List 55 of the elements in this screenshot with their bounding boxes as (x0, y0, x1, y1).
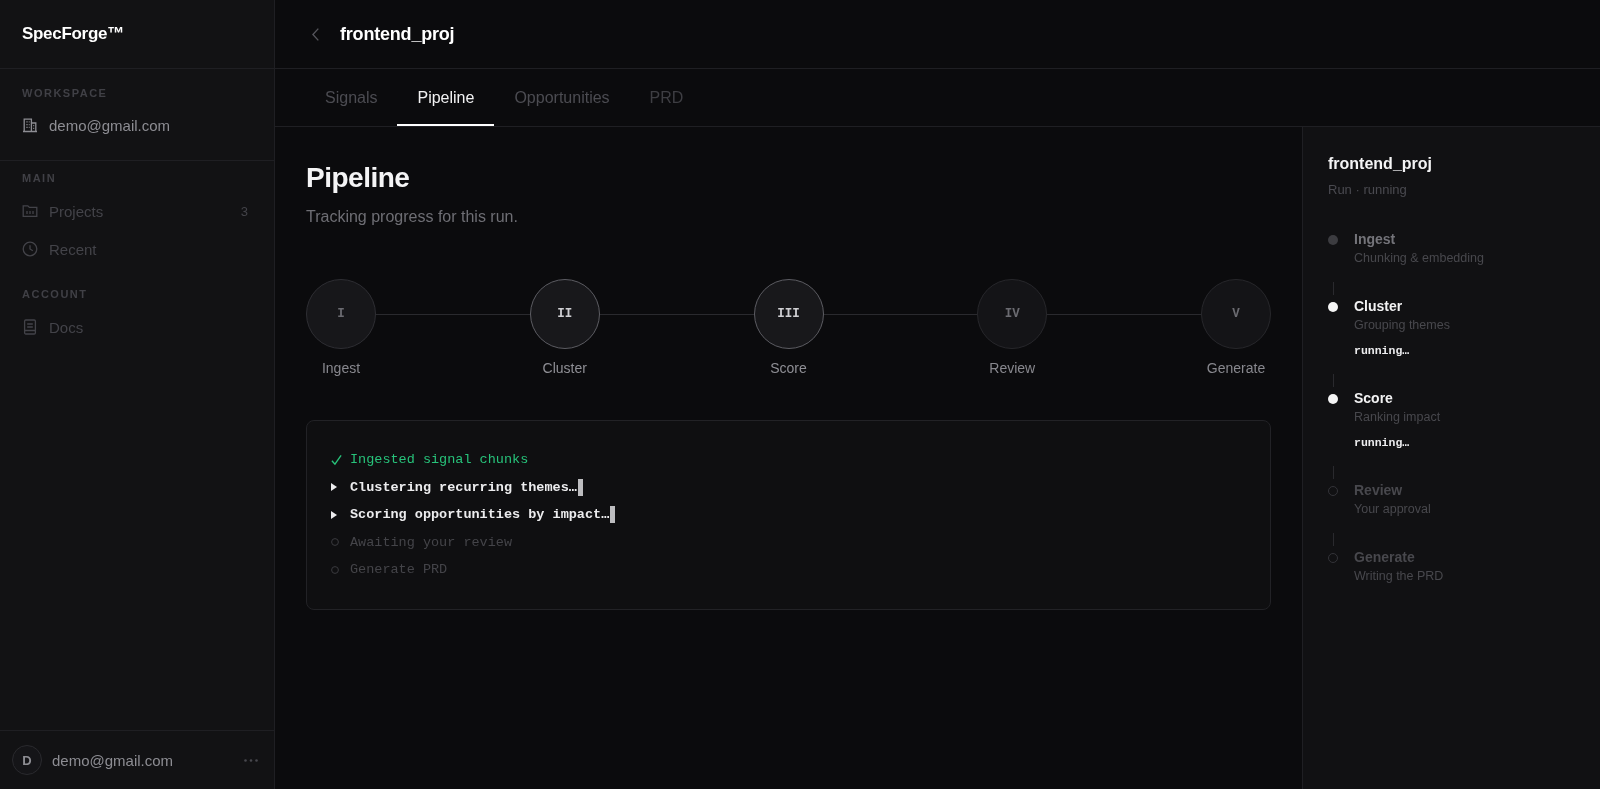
tab[interactable]: Pipeline (397, 69, 495, 126)
page-subtitle: Tracking progress for this run. (306, 207, 519, 227)
cursor-icon (577, 478, 583, 496)
step-description: Chunking & embedding (1354, 250, 1485, 267)
step-description: Writing the PRD (1354, 568, 1445, 585)
status-dot-icon (1328, 301, 1338, 312)
step-circle: I (306, 279, 376, 349)
step-title: Ingest (1354, 230, 1397, 249)
folder-icon (22, 203, 38, 219)
step-title: Review (1354, 481, 1404, 500)
step-circle: V (1201, 279, 1271, 349)
step-label: Ingest (321, 359, 361, 377)
step-note: running… (1354, 343, 1411, 359)
status-dot-icon (1328, 234, 1338, 245)
log-line: Generate PRD (350, 562, 448, 578)
building-icon (22, 117, 38, 133)
run-status: Run · running (1328, 181, 1408, 199)
run-title: frontend_proj (1328, 154, 1433, 174)
step-title: Score (1354, 389, 1394, 408)
step-note: running… (1354, 435, 1411, 451)
clock-icon (22, 241, 38, 257)
check-icon (331, 453, 342, 466)
log-line: Awaiting your review (350, 534, 513, 550)
step-label: Generate (1206, 359, 1266, 377)
log-line: Ingested signal chunks (350, 452, 529, 468)
step-circle: IV (977, 279, 1048, 349)
app-logo: SpecForge™ (22, 24, 124, 44)
step-label: Review (989, 359, 1036, 377)
cursor-icon (610, 506, 616, 524)
workspace-button[interactable]: demo@gmail.com (22, 113, 171, 137)
project-title: frontend_proj (340, 23, 455, 45)
status-dot-icon (1328, 393, 1338, 404)
circle-icon (331, 565, 339, 574)
log-line: Clustering recurring themes… (350, 479, 577, 495)
tab[interactable]: Opportunities (494, 69, 630, 126)
step-description: Your approval (1354, 501, 1432, 518)
triangle-icon (331, 483, 337, 492)
tab[interactable]: Signals (305, 69, 398, 126)
step-circle: III (753, 279, 824, 349)
step-label: Cluster (542, 359, 587, 377)
step-description: Ranking impact (1354, 409, 1442, 426)
user-email: demo@gmail.com (52, 751, 175, 769)
step-title: Generate (1354, 548, 1416, 567)
step-circle: II (529, 279, 600, 349)
step-description: Grouping themes (1354, 317, 1451, 334)
page-title: Pipeline (306, 161, 411, 195)
triangle-icon (331, 510, 337, 519)
log-line: Scoring opportunities by impact… (350, 507, 610, 523)
document-icon (22, 319, 38, 335)
more-icon[interactable] (244, 758, 258, 762)
step-title: Cluster (1354, 297, 1404, 316)
step-label: Score (770, 359, 807, 377)
user-avatar: D (12, 745, 42, 775)
back-icon[interactable] (312, 27, 319, 41)
circle-icon (331, 538, 339, 547)
